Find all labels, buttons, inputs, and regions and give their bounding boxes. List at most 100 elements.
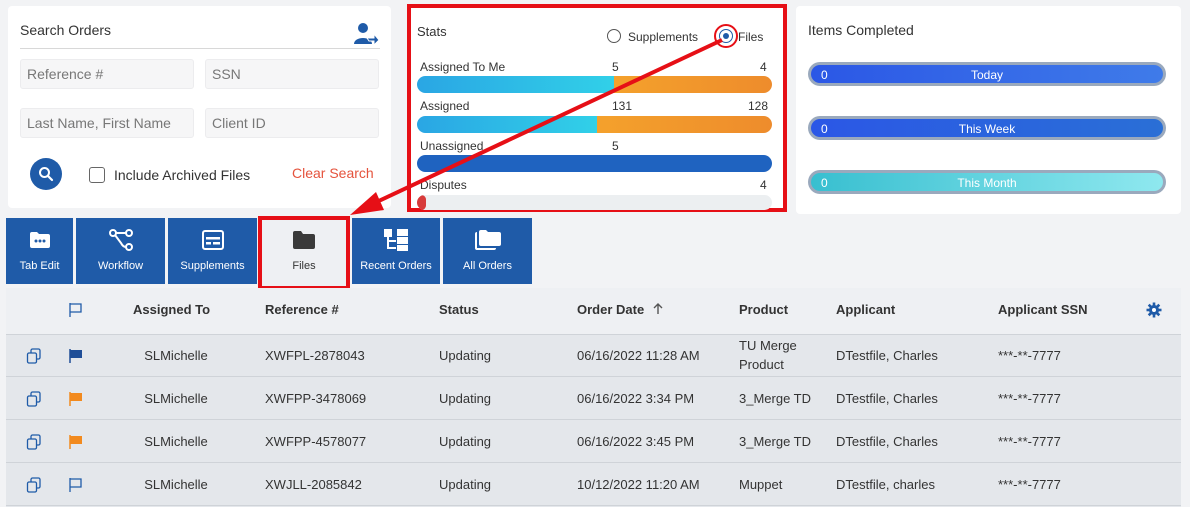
column-applicant[interactable]: Applicant — [836, 302, 895, 317]
cell-order-date: 10/12/2022 11:20 AM — [577, 477, 700, 492]
cell-reference[interactable]: XWJLL-2085842 — [265, 477, 362, 492]
completed-today-bar[interactable]: 0 Today — [808, 62, 1166, 86]
stat-value-assigned-right: 128 — [748, 99, 769, 113]
cell-product-line2: Product — [739, 357, 784, 372]
copy-icon[interactable] — [26, 434, 42, 450]
tab-all-orders[interactable]: All Orders — [443, 218, 532, 284]
cell-ssn: ***-**-7777 — [998, 348, 1061, 363]
stat-value-assigned-to-me-right: 4 — [760, 60, 767, 74]
cell-assigned-to: SLMichelle — [144, 348, 208, 363]
stat-label-disputes: Disputes — [420, 178, 467, 192]
cell-order-date: 06/16/2022 3:34 PM — [577, 391, 695, 406]
tab-files-label: Files — [292, 260, 316, 272]
stat-value-assigned-to-me-left: 5 — [612, 60, 619, 74]
search-icon — [39, 167, 54, 182]
stat-label-unassigned: Unassigned — [420, 139, 484, 153]
stat-bar-disputes[interactable] — [417, 195, 772, 210]
flag-outline-icon[interactable] — [68, 302, 84, 318]
cell-product: 3_Merge TD — [739, 434, 812, 449]
tab-supplements[interactable]: Supplements — [168, 218, 257, 284]
copy-icon[interactable] — [26, 391, 42, 407]
user-share-icon[interactable] — [353, 22, 379, 46]
stat-bar-assigned-to-me[interactable] — [417, 76, 772, 93]
cell-assigned-to: SLMichelle — [144, 434, 208, 449]
column-assigned-to[interactable]: Assigned To — [133, 302, 210, 317]
cell-ssn: ***-**-7777 — [998, 477, 1061, 492]
stat-label-assigned: Assigned — [420, 99, 470, 113]
cell-applicant: DTestfile, charles — [836, 477, 935, 492]
name-input[interactable] — [20, 108, 194, 138]
completed-week-bar[interactable]: 0 This Week — [808, 116, 1166, 140]
stat-bar-unassigned[interactable] — [417, 155, 772, 172]
table-row[interactable]: SLMichelle XWFPP-3478069 Updating 06/16/… — [6, 378, 1181, 420]
ssn-input[interactable] — [205, 59, 379, 89]
cell-status: Updating — [439, 391, 492, 406]
stats-title: Stats — [417, 24, 447, 39]
cell-product: 3_Merge TD — [739, 391, 812, 406]
search-orders-panel: Search Orders Include Archived Files Cle… — [8, 6, 391, 208]
flag-outline-icon[interactable] — [68, 477, 84, 493]
supplements-radio-label: Supplements — [628, 30, 699, 44]
column-applicant-ssn[interactable]: Applicant SSN — [998, 302, 1088, 317]
table-row[interactable]: SLMichelle XWFPP-4578077 Updating 06/16/… — [6, 421, 1181, 463]
cell-reference[interactable]: XWFPP-3478069 — [265, 391, 366, 406]
table-row[interactable]: SLMichelle XWFPL-2878043 Updating 06/16/… — [6, 335, 1181, 377]
copy-icon[interactable] — [26, 477, 42, 493]
completed-month-label: This Month — [957, 176, 1017, 190]
hierarchy-icon — [384, 229, 408, 251]
column-order-date[interactable]: Order Date — [577, 302, 664, 317]
cell-assigned-to: SLMichelle — [144, 477, 208, 492]
stat-value-assigned-left: 131 — [612, 99, 633, 113]
gear-icon[interactable] — [1146, 302, 1162, 318]
flag-orange-icon[interactable] — [68, 391, 84, 407]
cell-product: Muppet — [739, 477, 783, 492]
clear-search-link[interactable]: Clear Search — [292, 165, 374, 181]
cell-order-date: 06/16/2022 11:28 AM — [577, 348, 700, 363]
items-completed-title: Items Completed — [808, 22, 914, 38]
items-completed-panel: Items Completed 0 Today 0 This Week 0 Th… — [796, 6, 1181, 214]
workflow-icon — [108, 229, 133, 251]
cell-product-line1: TU Merge — [739, 338, 797, 353]
files-radio-highlight — [714, 24, 738, 48]
search-orders-title: Search Orders — [20, 22, 112, 38]
cell-applicant: DTestfile, Charles — [836, 391, 938, 406]
flag-blue-icon[interactable] — [68, 348, 84, 364]
stat-value-disputes: 4 — [760, 178, 767, 192]
supplements-radio[interactable] — [607, 29, 621, 43]
client-id-input[interactable] — [205, 108, 379, 138]
tab-supplements-label: Supplements — [180, 260, 245, 272]
cell-ssn: ***-**-7777 — [998, 434, 1061, 449]
tab-tab-edit-label: Tab Edit — [19, 260, 60, 272]
tab-files[interactable]: Files — [258, 216, 350, 290]
folder-dots-icon — [29, 232, 50, 248]
tab-tab-edit[interactable]: Tab Edit — [6, 218, 73, 284]
search-button[interactable] — [30, 158, 62, 190]
column-status[interactable]: Status — [439, 302, 479, 317]
table-row[interactable]: SLMichelle XWJLL-2085842 Updating 10/12/… — [6, 464, 1181, 506]
sort-arrow-up-icon — [653, 303, 663, 314]
tab-workflow-label: Workflow — [97, 260, 144, 272]
copy-icon[interactable] — [26, 348, 42, 364]
column-reference[interactable]: Reference # — [265, 302, 339, 317]
folder-icon — [293, 231, 315, 249]
tab-all-orders-label: All Orders — [463, 260, 512, 272]
divider — [20, 48, 380, 49]
stat-bar-assigned[interactable] — [417, 116, 772, 133]
cell-assigned-to: SLMichelle — [144, 391, 208, 406]
cell-reference[interactable]: XWFPP-4578077 — [265, 434, 366, 449]
cell-status: Updating — [439, 348, 492, 363]
tab-recent-orders[interactable]: Recent Orders — [352, 218, 440, 284]
completed-today-label: Today — [970, 68, 1004, 82]
cell-applicant: DTestfile, Charles — [836, 434, 938, 449]
include-archived-checkbox[interactable] — [89, 167, 105, 183]
cell-reference[interactable]: XWFPL-2878043 — [265, 348, 365, 363]
tab-workflow[interactable]: Workflow — [76, 218, 165, 284]
cell-applicant: DTestfile, Charles — [836, 348, 938, 363]
cell-order-date: 06/16/2022 3:45 PM — [577, 434, 695, 449]
completed-month-bar[interactable]: 0 This Month — [808, 170, 1166, 194]
column-product[interactable]: Product — [739, 302, 788, 317]
reference-input[interactable] — [20, 59, 194, 89]
stats-panel: Stats Supplements Files Assigned To Me 5… — [407, 4, 787, 212]
flag-orange-icon[interactable] — [68, 434, 84, 450]
column-order-date-label: Order Date — [577, 302, 645, 317]
